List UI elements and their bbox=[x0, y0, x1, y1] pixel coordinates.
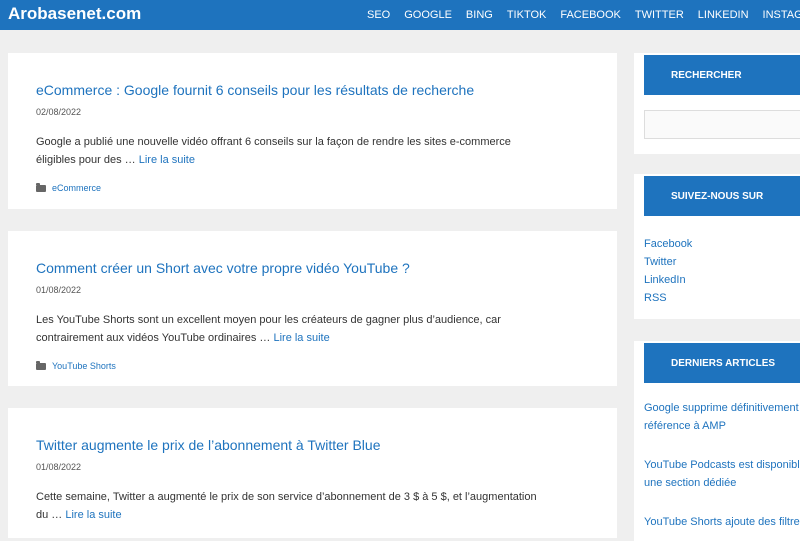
follow-link-twitter[interactable]: Twitter bbox=[644, 256, 676, 268]
excerpt-line: du … bbox=[36, 509, 63, 521]
post-excerpt: Cette semaine, Twitter a augmenté le pri… bbox=[36, 488, 596, 524]
article-title-line: Google supprime définitivement bbox=[644, 402, 799, 414]
article-title-line: référence à AMP bbox=[644, 420, 726, 432]
excerpt-line: Cette semaine, Twitter a augmenté le pri… bbox=[36, 491, 537, 503]
category-link[interactable]: eCommerce bbox=[52, 183, 101, 193]
nav-item-instagram[interactable]: INSTAGRAM bbox=[756, 9, 800, 21]
excerpt-line: Les YouTube Shorts sont un excellent moy… bbox=[36, 314, 501, 326]
post-title[interactable]: Comment créer un Short avec votre propre… bbox=[36, 260, 410, 276]
latest-article-link[interactable]: YouTube Podcasts est disponible une sect… bbox=[644, 456, 800, 492]
post-title[interactable]: Twitter augmente le prix de l’abonnement… bbox=[36, 437, 380, 453]
follow-widget-title: SUIVEZ-NOUS SUR bbox=[644, 176, 800, 216]
read-more-link[interactable]: Lire la suite bbox=[273, 332, 329, 344]
nav-item-tiktok[interactable]: TIKTOK bbox=[500, 9, 554, 21]
post-card: eCommerce : Google fournit 6 conseils po… bbox=[8, 53, 617, 209]
post-date: 01/08/2022 bbox=[36, 285, 82, 295]
folder-icon bbox=[36, 182, 46, 192]
post-category: eCommerce bbox=[36, 182, 101, 193]
post-card: Twitter augmente le prix de l’abonnement… bbox=[8, 408, 617, 538]
post-card: Comment créer un Short avec votre propre… bbox=[8, 231, 617, 386]
post-category: YouTube Shorts bbox=[36, 360, 116, 371]
read-more-link[interactable]: Lire la suite bbox=[139, 154, 195, 166]
nav-item-linkedin[interactable]: LINKEDIN bbox=[691, 9, 756, 21]
read-more-link[interactable]: Lire la suite bbox=[65, 509, 121, 521]
nav-item-seo[interactable]: SEO bbox=[360, 9, 397, 21]
article-title-line: YouTube Shorts ajoute des filtres bbox=[644, 516, 800, 528]
post-date: 01/08/2022 bbox=[36, 462, 82, 472]
article-title-line: YouTube Podcasts est disponible bbox=[644, 459, 800, 471]
post-date: 02/08/2022 bbox=[36, 107, 82, 117]
latest-article-link[interactable]: Google supprime définitivement référence… bbox=[644, 399, 800, 435]
latest-articles-title: DERNIERS ARTICLES bbox=[644, 343, 800, 383]
category-link[interactable]: YouTube Shorts bbox=[52, 361, 116, 371]
site-logo[interactable]: Arobasenet.com bbox=[8, 4, 141, 24]
post-title[interactable]: eCommerce : Google fournit 6 conseils po… bbox=[36, 82, 474, 98]
folder-icon bbox=[36, 360, 46, 370]
excerpt-line: Google a publié une nouvelle vidéo offra… bbox=[36, 136, 511, 148]
nav-item-facebook[interactable]: FACEBOOK bbox=[553, 9, 628, 21]
article-title-line: une section dédiée bbox=[644, 477, 737, 489]
latest-article-link[interactable]: YouTube Shorts ajoute des filtres bbox=[644, 513, 800, 531]
search-widget-title: RECHERCHER bbox=[644, 55, 800, 95]
post-excerpt: Google a publié une nouvelle vidéo offra… bbox=[36, 133, 596, 169]
excerpt-line: contrairement aux vidéos YouTube ordinai… bbox=[36, 332, 271, 344]
nav-item-google[interactable]: GOOGLE bbox=[397, 9, 459, 21]
nav-item-bing[interactable]: BING bbox=[459, 9, 500, 21]
follow-link-facebook[interactable]: Facebook bbox=[644, 238, 692, 250]
main-menu: SEO GOOGLE BING TIKTOK FACEBOOK TWITTER … bbox=[360, 0, 800, 30]
top-navigation-bar: Arobasenet.com SEO GOOGLE BING TIKTOK FA… bbox=[0, 0, 800, 30]
search-input[interactable] bbox=[644, 110, 800, 139]
post-excerpt: Les YouTube Shorts sont un excellent moy… bbox=[36, 311, 596, 347]
follow-link-rss[interactable]: RSS bbox=[644, 292, 667, 304]
follow-link-linkedin[interactable]: LinkedIn bbox=[644, 274, 686, 286]
nav-item-twitter[interactable]: TWITTER bbox=[628, 9, 691, 21]
excerpt-line: éligibles pour des … bbox=[36, 154, 136, 166]
